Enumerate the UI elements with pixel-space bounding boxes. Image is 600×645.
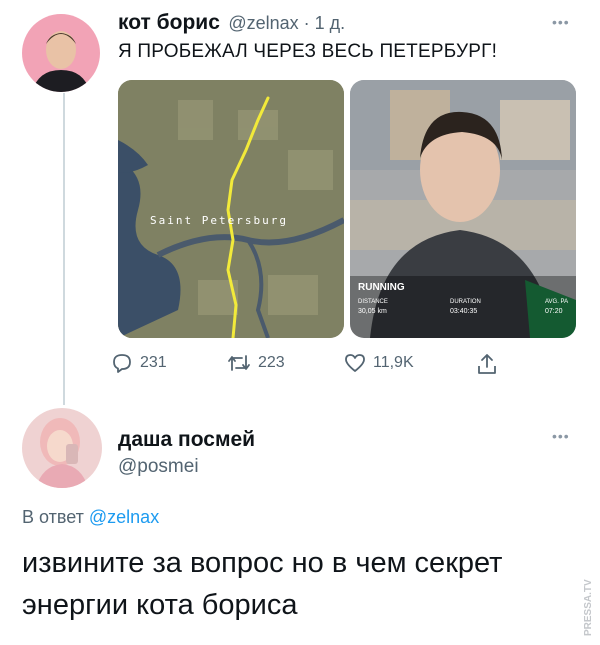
runner-selfie-image[interactable]: RUNNING DISTANCE 30,05 km DURATION 03:40…	[350, 80, 576, 338]
thread-line	[63, 93, 65, 405]
pace-value: 07:20	[545, 308, 563, 315]
author-name[interactable]: даша посмей	[118, 428, 255, 452]
duration-label: DURATION	[450, 299, 481, 305]
watermark-text: PRESSA.TV	[583, 579, 594, 636]
share-button[interactable]	[476, 352, 498, 376]
tweet1-text: Я ПРОБЕЖАЛ ЧЕРЕЗ ВЕСЬ ПЕТЕРБУРГ!	[118, 41, 498, 62]
heart-icon	[345, 354, 365, 372]
more-options-icon[interactable]: •••	[552, 428, 570, 444]
reply-icon	[113, 354, 131, 373]
route-map-image[interactable]: Saint Petersburg	[118, 80, 344, 338]
reply-button[interactable]: 231	[110, 352, 167, 374]
distance-label: DISTANCE	[358, 299, 388, 305]
tweet1-actions: 231 223 11,9K	[110, 352, 510, 378]
reply-context: В ответ @zelnax	[22, 507, 159, 528]
pressa-watermark: PRESSA.TV	[580, 548, 594, 638]
tweet2-text-line1: извините за вопрос но в чем секрет	[22, 547, 503, 579]
reply-to-handle-link[interactable]: @zelnax	[89, 507, 159, 527]
author-meta[interactable]: @zelnax · 1 д.	[228, 13, 345, 33]
run-title: RUNNING	[358, 282, 405, 293]
retweet-icon	[228, 355, 250, 371]
like-count: 11,9K	[373, 354, 414, 371]
tweet1-header: кот борис @zelnax · 1 д.	[118, 11, 345, 35]
retweet-count: 223	[258, 354, 285, 371]
retweet-button[interactable]: 223	[226, 352, 285, 374]
tweet2-text: извините за вопрос но в чем секрет энерг…	[22, 542, 502, 626]
author-handle[interactable]: @posmei	[118, 456, 199, 478]
avatar-dasha-posmei[interactable]	[22, 408, 102, 488]
reply-to-prefix: В ответ	[22, 507, 89, 527]
duration-value: 03:40:35	[450, 308, 478, 315]
share-icon	[478, 354, 496, 374]
reply-count: 231	[140, 354, 167, 371]
map-city-label: Saint Petersburg	[150, 214, 288, 227]
tweet2-text-line2: энергии кота бориса	[22, 589, 298, 621]
author-name[interactable]: кот борис	[118, 11, 220, 34]
distance-value: 30,05 km	[358, 308, 387, 315]
more-options-icon[interactable]: •••	[552, 14, 570, 30]
run-stats-overlay: RUNNING DISTANCE 30,05 km DURATION 03:40…	[350, 276, 576, 338]
avatar-kot-boris[interactable]	[22, 14, 100, 92]
pace-label: AVG. PA	[545, 299, 569, 305]
like-button[interactable]: 11,9K	[343, 352, 414, 374]
